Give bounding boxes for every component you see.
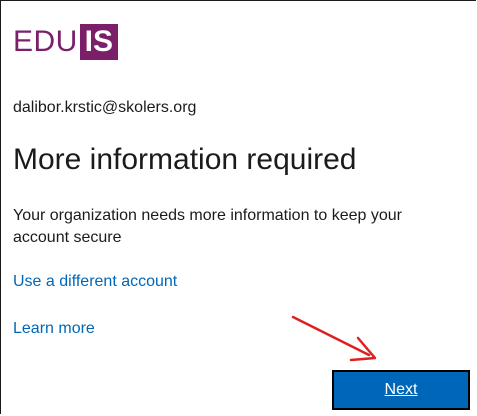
sign-in-panel: EDU IS dalibor.krstic@skolers.org More i…: [0, 0, 476, 414]
annotation-arrow-icon: [291, 315, 377, 362]
next-button[interactable]: Next: [332, 370, 470, 410]
